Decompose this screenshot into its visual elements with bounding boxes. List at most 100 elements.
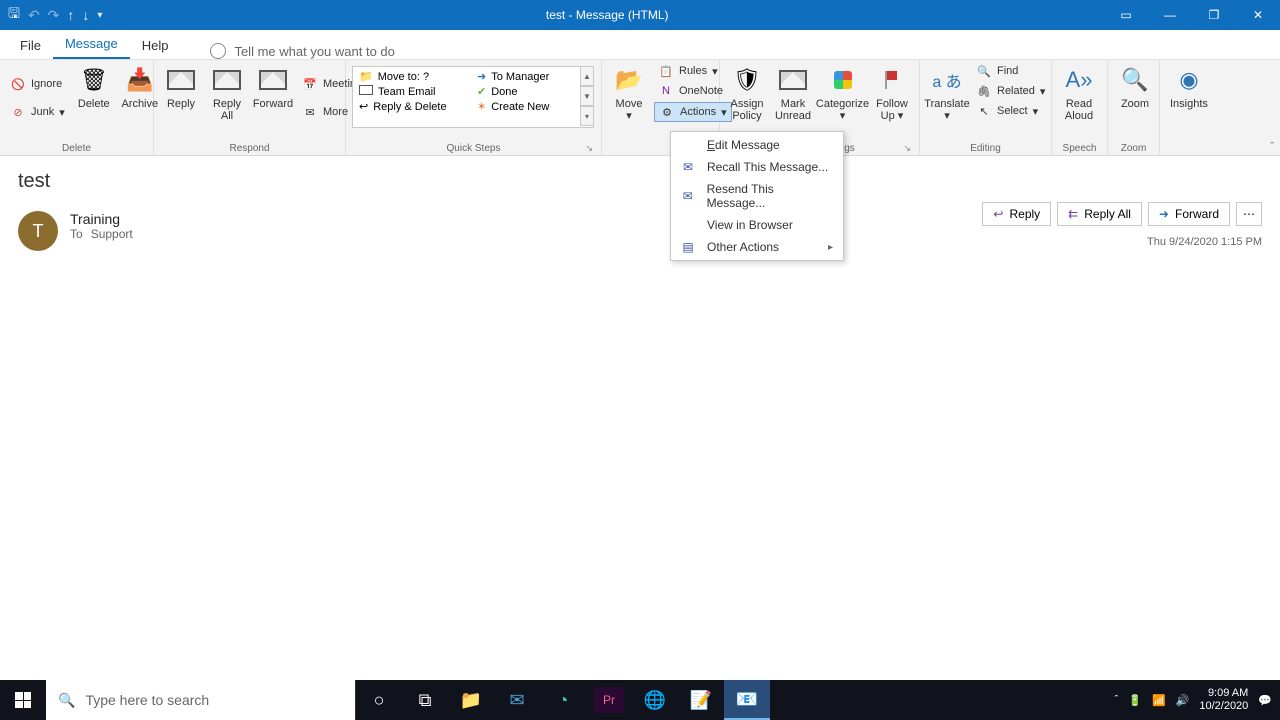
flag-icon: [876, 64, 908, 96]
collapse-ribbon-icon[interactable]: ˆ: [1270, 141, 1274, 153]
maximize-icon[interactable]: ❐: [1192, 0, 1236, 30]
cortana-icon[interactable]: ○: [356, 680, 402, 720]
translate-icon: a あ: [931, 64, 963, 96]
file-explorer-icon[interactable]: 📁: [448, 680, 494, 720]
read-aloud-button[interactable]: A»Read Aloud: [1058, 62, 1100, 124]
menu-edit-message[interactable]: Edit Message: [671, 134, 843, 156]
qs-done[interactable]: ✔Done: [473, 84, 583, 99]
related-icon: 🖇: [976, 83, 992, 99]
reply-button[interactable]: Reply: [160, 62, 202, 112]
zoom-button[interactable]: 🔍Zoom: [1114, 62, 1156, 112]
qs-launcher-icon[interactable]: ↘: [585, 143, 593, 154]
ribbon-display-icon[interactable]: ▭: [1104, 0, 1148, 30]
qs-expand[interactable]: ▾: [580, 106, 594, 126]
envelope-icon: [359, 85, 373, 98]
follow-up-button[interactable]: Follow Up ▾: [871, 62, 913, 124]
save-icon[interactable]: 🖫: [8, 3, 20, 27]
tags-launcher-icon[interactable]: ↘: [903, 143, 911, 154]
qs-create-new[interactable]: ✶Create New: [473, 99, 583, 114]
sender-name: Training: [70, 211, 133, 227]
qs-scroll-up[interactable]: ▲: [580, 66, 594, 86]
start-button[interactable]: [0, 680, 46, 720]
quick-steps-gallery[interactable]: 📁Move to: ? Team Email ↩Reply & Delete ➜…: [352, 66, 594, 128]
delete-button[interactable]: 🗑 Delete: [73, 62, 115, 112]
mail-app-icon[interactable]: ✉: [494, 680, 540, 720]
reply-all-arrow-icon: ⇇: [1068, 207, 1078, 221]
group-label-speech: Speech: [1058, 143, 1101, 155]
premiere-icon[interactable]: Pr: [594, 687, 624, 713]
forward-button[interactable]: Forward: [252, 62, 294, 112]
search-placeholder: Type here to search: [85, 692, 209, 708]
group-editing: a あTranslate▾ 🔍Find 🖇Related ▾ ↖Select ▾…: [920, 60, 1052, 155]
battery-icon[interactable]: 🔋: [1128, 694, 1142, 707]
related-button[interactable]: 🖇Related ▾: [972, 82, 1049, 100]
menu-resend-message[interactable]: ✉Resend This Message...: [671, 178, 843, 214]
create-new-icon: ✶: [477, 100, 486, 113]
edge-icon[interactable]: ◔: [540, 680, 586, 720]
move-button[interactable]: 📂Move▾: [608, 62, 650, 124]
cursor-icon: ↖: [976, 103, 992, 119]
reply-all-action-button[interactable]: ⇇Reply All: [1057, 202, 1142, 226]
volume-icon[interactable]: 🔊: [1176, 694, 1190, 707]
qat-customize-icon[interactable]: ▾: [97, 10, 102, 21]
qs-move-to[interactable]: 📁Move to: ?: [355, 69, 465, 84]
redo-icon[interactable]: ↷: [48, 7, 60, 24]
junk-button[interactable]: ⊘Junk ▾: [6, 103, 69, 121]
reply-action-button[interactable]: ↩Reply: [982, 202, 1051, 226]
tab-file[interactable]: File: [8, 32, 53, 59]
find-button[interactable]: 🔍Find: [972, 62, 1049, 80]
task-view-icon[interactable]: ⧉: [402, 680, 448, 720]
assign-policy-button[interactable]: 🛡Assign Policy: [726, 62, 768, 124]
group-label-delete: Delete: [6, 143, 147, 155]
next-item-icon[interactable]: ↓: [82, 7, 89, 23]
qs-team-email[interactable]: Team Email: [355, 84, 465, 99]
check-icon: ✔: [477, 85, 486, 98]
menu-other-actions[interactable]: ▤Other Actions▸: [671, 236, 843, 258]
sender-avatar[interactable]: T: [18, 211, 58, 251]
message-timestamp: Thu 9/24/2020 1:15 PM: [1147, 236, 1262, 248]
junk-icon: ⊘: [10, 104, 26, 120]
reply-all-button[interactable]: Reply All: [206, 62, 248, 124]
title-bar: 🖫 ↶ ↷ ↑ ↓ ▾ test - Message (HTML) ▭ — ❐ …: [0, 0, 1280, 30]
group-delete: 🚫Ignore ⊘Junk ▾ 🗑 Delete 📥 Archive Delet…: [0, 60, 154, 155]
qs-reply-delete[interactable]: ↩Reply & Delete: [355, 99, 465, 114]
ignore-button[interactable]: 🚫Ignore: [6, 75, 69, 93]
prev-item-icon[interactable]: ↑: [67, 7, 74, 23]
insights-button[interactable]: ◉Insights: [1166, 62, 1212, 112]
categorize-button[interactable]: Categorize▾: [818, 62, 867, 124]
tab-help[interactable]: Help: [130, 32, 181, 59]
wifi-icon[interactable]: 📶: [1152, 694, 1166, 707]
resend-icon: ✉: [679, 189, 697, 203]
menu-view-in-browser[interactable]: View in Browser: [671, 214, 843, 236]
translate-button[interactable]: a あTranslate▾: [926, 62, 968, 124]
message-actions: ↩Reply ⇇Reply All ➜Forward ⋯: [982, 202, 1262, 226]
notepad-icon[interactable]: 📝: [678, 680, 724, 720]
more-actions-button[interactable]: ⋯: [1236, 202, 1262, 226]
taskbar-clock[interactable]: 9:09 AM 10/2/2020: [1199, 687, 1248, 713]
search-icon: 🔍: [976, 63, 992, 79]
forward-action-button[interactable]: ➜Forward: [1148, 202, 1230, 226]
window-title: test - Message (HTML): [110, 8, 1104, 22]
undo-icon[interactable]: ↶: [28, 7, 40, 24]
submenu-arrow-icon: ▸: [828, 242, 833, 253]
actions-dropdown: Edit Message ✉Recall This Message... ✉Re…: [670, 131, 844, 261]
group-speech: A»Read Aloud Speech: [1052, 60, 1108, 155]
chrome-icon[interactable]: 🌐: [632, 680, 678, 720]
reply-arrow-icon: ↩: [993, 207, 1003, 221]
qs-scroll-down[interactable]: ▼: [580, 86, 594, 106]
tray-chevron-icon[interactable]: ˆ: [1115, 694, 1119, 706]
tab-message[interactable]: Message: [53, 30, 130, 59]
tell-me-search[interactable]: Tell me what you want to do: [210, 43, 394, 59]
minimize-icon[interactable]: —: [1148, 0, 1192, 30]
taskbar-search[interactable]: 🔍 Type here to search: [46, 680, 356, 720]
menu-recall-message[interactable]: ✉Recall This Message...: [671, 156, 843, 178]
close-icon[interactable]: ✕: [1236, 0, 1280, 30]
group-label-quicksteps: Quick Steps↘: [352, 143, 595, 155]
mark-unread-button[interactable]: Mark Unread: [772, 62, 814, 124]
categorize-icon: [827, 64, 859, 96]
group-zoom: 🔍Zoom Zoom: [1108, 60, 1160, 155]
select-button[interactable]: ↖Select ▾: [972, 102, 1049, 120]
qs-to-manager[interactable]: ➜To Manager: [473, 69, 583, 84]
outlook-icon[interactable]: 📧: [724, 680, 770, 720]
action-center-icon[interactable]: 💬: [1258, 694, 1272, 707]
